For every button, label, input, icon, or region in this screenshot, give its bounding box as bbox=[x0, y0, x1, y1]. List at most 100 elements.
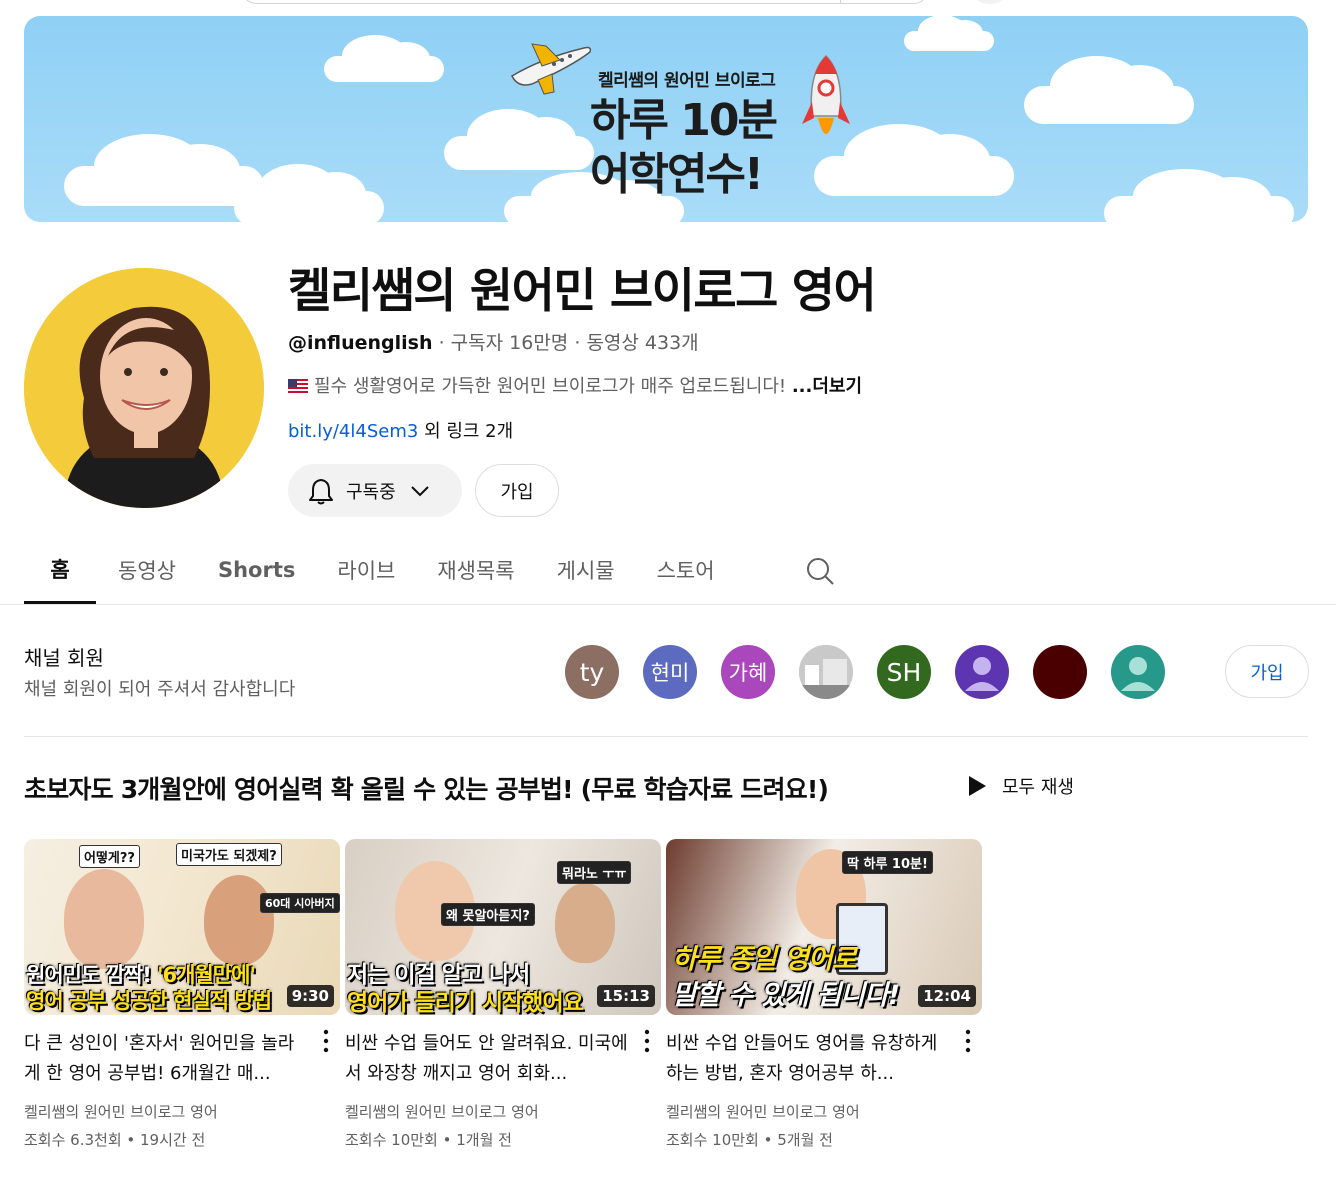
join-button[interactable]: 가입 bbox=[475, 464, 559, 517]
thumbnail-tag: 60대 시아버지 bbox=[260, 893, 340, 913]
tab-playlists[interactable]: 재생목록 bbox=[417, 536, 534, 604]
cloud-shape bbox=[234, 163, 384, 222]
airplane-icon bbox=[511, 43, 592, 95]
channel-description-text: 필수 생활영어로 가득한 원어민 브이로그가 매주 업로드됩니다! bbox=[314, 376, 787, 397]
thumbnail-face bbox=[64, 869, 144, 969]
thumbnail-tag: 딱 하루 10분! bbox=[842, 851, 933, 874]
search-bar-divider bbox=[840, 0, 841, 3]
meta-separator: · bbox=[574, 332, 587, 354]
members-join-button[interactable]: 가입 bbox=[1225, 645, 1309, 698]
cloud-shape bbox=[324, 35, 444, 82]
video-card[interactable]: 뭐라노 ㅜㅠ 왜 못알아듣지? 저는 이걸 알고 나서 영어가 들리기 시작했어… bbox=[345, 839, 661, 1169]
tab-home[interactable]: 홈 bbox=[24, 536, 96, 604]
meta-separator: · bbox=[438, 332, 451, 354]
voice-search-button[interactable] bbox=[970, 0, 1010, 4]
video-stats: 조회수 10만회 • 1개월 전 bbox=[345, 1131, 512, 1149]
tab-live[interactable]: 라이브 bbox=[317, 536, 415, 604]
banner-title-line1: 하루 10분 bbox=[590, 95, 778, 146]
video-title[interactable]: 비싼 수업 안들어도 영어를 유창하게 하는 방법, 혼자 영어공부 하... bbox=[666, 1029, 982, 1089]
subscribed-label: 구독중 bbox=[346, 481, 396, 503]
thumbnail-tag: 어떻게?? bbox=[79, 845, 140, 868]
cloud-shape bbox=[1024, 55, 1194, 124]
video-card[interactable]: 어떻게?? 미국가도 되겠제? 60대 시아버지 원어민도 깜짝! '6개월만에… bbox=[24, 839, 340, 1169]
member-avatar[interactable] bbox=[955, 645, 1009, 699]
channel-tabs: 홈 동영상 Shorts 라이브 재생목록 게시물 스토어 bbox=[24, 536, 737, 606]
channel-meta: @influenglish · 구독자 16만명 · 동영상 433개 bbox=[288, 328, 699, 355]
chevron-down-icon bbox=[410, 485, 429, 496]
video-thumbnail[interactable]: 뭐라노 ㅜㅠ 왜 못알아듣지? 저는 이걸 알고 나서 영어가 들리기 시작했어… bbox=[345, 839, 661, 1015]
thumbnail-face bbox=[555, 883, 615, 963]
play-all-button[interactable]: 모두 재생 bbox=[966, 773, 1074, 799]
tab-shorts[interactable]: Shorts bbox=[198, 536, 315, 604]
video-count: 동영상 433개 bbox=[586, 332, 699, 354]
subscriber-count: 구독자 16만명 bbox=[450, 332, 569, 354]
member-avatar[interactable]: 현미 bbox=[643, 645, 697, 699]
channel-avatar-image bbox=[24, 268, 264, 508]
cloud-shape bbox=[904, 16, 994, 51]
tab-videos[interactable]: 동영상 bbox=[98, 536, 196, 604]
video-duration: 15:13 bbox=[597, 985, 655, 1007]
video-duration: 12:04 bbox=[918, 985, 976, 1007]
member-avatar[interactable] bbox=[1033, 645, 1087, 699]
play-icon bbox=[969, 776, 986, 796]
more-vert-icon[interactable] bbox=[958, 1027, 978, 1055]
more-link[interactable]: ...더보기 bbox=[792, 376, 862, 397]
tabs-divider bbox=[0, 604, 1336, 605]
subscribed-button[interactable]: 구독중 bbox=[288, 464, 462, 517]
rocket-icon bbox=[802, 54, 850, 134]
channel-links: bit.ly/4l4Sem3 외 링크 2개 bbox=[288, 417, 513, 443]
thumbnail-tag: 미국가도 되겠제? bbox=[176, 843, 282, 866]
more-vert-icon[interactable] bbox=[637, 1027, 657, 1055]
us-flag-icon bbox=[288, 379, 308, 393]
cloud-shape bbox=[64, 134, 264, 206]
member-avatar[interactable]: SH bbox=[877, 645, 931, 699]
cloud-shape bbox=[1104, 168, 1294, 222]
video-list: 어떻게?? 미국가도 되겠제? 60대 시아버지 원어민도 깜짝! '6개월만에… bbox=[24, 839, 987, 1169]
video-stats: 조회수 10만회 • 5개월 전 bbox=[666, 1131, 833, 1149]
person-icon bbox=[965, 657, 999, 691]
channel-description[interactable]: 필수 생활영어로 가득한 원어민 브이로그가 매주 업로드됩니다! ...더보기 bbox=[288, 372, 862, 398]
channel-banner: 켈리쌤의 원어민 브이로그 하루 10분 어학연수! bbox=[24, 16, 1308, 222]
thumbnail-caption-part: 원어민도 깜짝! bbox=[26, 963, 158, 987]
thumbnail-tag: 뭐라노 ㅜㅠ bbox=[557, 861, 632, 884]
video-title[interactable]: 비싼 수업 들어도 안 알려줘요. 미국에서 와장창 깨지고 영어 회화... bbox=[345, 1029, 661, 1089]
cloud-shape bbox=[814, 124, 1014, 196]
cloud-shape bbox=[444, 108, 594, 170]
thumbnail-face bbox=[204, 875, 274, 965]
tab-store[interactable]: 스토어 bbox=[637, 536, 735, 604]
channel-name: 켈리쌤의 원어민 브이로그 영어 bbox=[288, 264, 877, 319]
member-photo-image bbox=[799, 645, 853, 699]
member-avatar[interactable]: ty bbox=[565, 645, 619, 699]
member-avatar[interactable] bbox=[1111, 645, 1165, 699]
video-title[interactable]: 다 큰 성인이 '혼자서' 원어민을 놀라게 한 영어 공부법! 6개월간 매.… bbox=[24, 1029, 340, 1089]
playlist-title[interactable]: 초보자도 3개월안에 영어실력 확 올릴 수 있는 공부법! (무료 학습자료 … bbox=[24, 770, 829, 806]
video-channel[interactable]: 켈리쌤의 원어민 브이로그 영어 bbox=[345, 1101, 661, 1122]
channel-avatar[interactable] bbox=[24, 268, 264, 508]
banner-title-line2: 어학연수! bbox=[590, 149, 764, 200]
video-card[interactable]: 딱 하루 10분! 하루 종일 영어로 말할 수 있게 됩니다! 12:04 비… bbox=[666, 839, 982, 1169]
search-icon[interactable] bbox=[804, 555, 836, 587]
thumbnail-tag: 왜 못알아듣지? bbox=[441, 903, 535, 926]
member-avatar[interactable] bbox=[799, 645, 853, 699]
video-channel[interactable]: 켈리쌤의 원어민 브이로그 영어 bbox=[24, 1101, 340, 1122]
banner-title: 하루 10분 어학연수! bbox=[590, 94, 778, 202]
member-avatars: ty 현미 가혜 SH bbox=[565, 645, 1189, 699]
section-divider bbox=[24, 736, 1308, 737]
other-links[interactable]: 외 링크 2개 bbox=[424, 421, 513, 442]
video-channel[interactable]: 켈리쌤의 원어민 브이로그 영어 bbox=[666, 1101, 982, 1122]
video-thumbnail[interactable]: 어떻게?? 미국가도 되겠제? 60대 시아버지 원어민도 깜짝! '6개월만에… bbox=[24, 839, 340, 1015]
person-icon bbox=[1121, 657, 1155, 691]
video-thumbnail[interactable]: 딱 하루 10분! 하루 종일 영어로 말할 수 있게 됩니다! 12:04 bbox=[666, 839, 982, 1015]
channel-handle: @influenglish bbox=[288, 332, 433, 354]
banner-subtitle: 켈리쌤의 원어민 브이로그 bbox=[598, 71, 776, 91]
thumbnail-caption: 하루 종일 영어로 bbox=[672, 944, 857, 975]
thumbnail-caption-part: '6개월만에' bbox=[157, 963, 256, 987]
search-bar[interactable] bbox=[240, 0, 930, 4]
more-vert-icon[interactable] bbox=[316, 1027, 336, 1055]
tab-posts[interactable]: 게시물 bbox=[537, 536, 635, 604]
member-avatar[interactable]: 가혜 bbox=[721, 645, 775, 699]
members-subtitle: 채널 회원이 되어 주셔서 감사합니다 bbox=[24, 679, 296, 700]
channel-link[interactable]: bit.ly/4l4Sem3 bbox=[288, 421, 418, 442]
video-duration: 9:30 bbox=[286, 985, 334, 1007]
video-stats: 조회수 6.3천회 • 19시간 전 bbox=[24, 1131, 206, 1149]
